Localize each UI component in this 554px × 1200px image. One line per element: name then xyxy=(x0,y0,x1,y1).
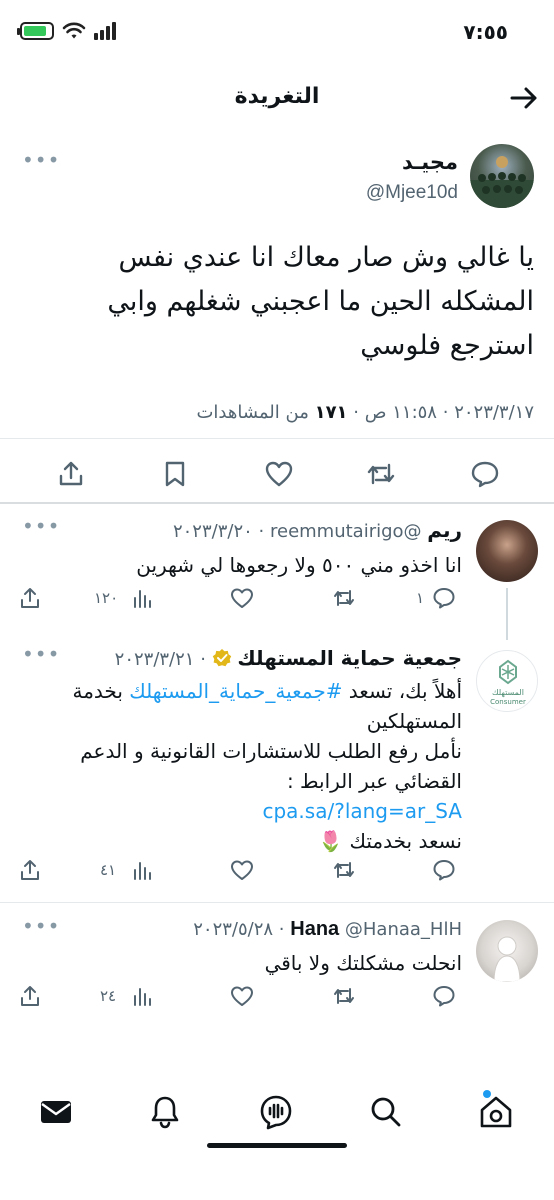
reply-item[interactable]: ••• ريم @reemmutairigo · ٢٠٢٣/٣/٢٠ انا ا… xyxy=(0,512,554,622)
retweet-icon[interactable] xyxy=(332,984,356,1008)
search-icon[interactable] xyxy=(368,1094,404,1130)
avatar[interactable] xyxy=(470,144,534,208)
bookmark-icon[interactable] xyxy=(160,459,190,489)
views-label: من المشاهدات xyxy=(196,402,309,423)
more-options-icon[interactable]: ••• xyxy=(22,514,60,538)
chat-bubble-icon[interactable] xyxy=(432,586,456,610)
reply-date: ٢٠٢٣/٥/٢٨ xyxy=(193,919,274,940)
page-title: التغريدة xyxy=(234,84,320,109)
reply-header: ريم @reemmutairigo · ٢٠٢٣/٣/٢٠ xyxy=(172,518,462,542)
reply-header: جمعية حماية المستهلك · ٢٠٢٣/٣/٢١ xyxy=(114,646,462,670)
arrow-right-icon[interactable] xyxy=(508,82,540,114)
heart-icon[interactable] xyxy=(264,459,294,489)
reply-handle[interactable]: @Hanaa_HlH xyxy=(345,919,462,940)
reply-item[interactable]: ••• المستهلك Consumer جمعية حماية المسته… xyxy=(0,640,554,890)
retweet-icon[interactable] xyxy=(332,858,356,882)
reply-date: ٢٠٢٣/٣/٢١ xyxy=(114,649,195,670)
reply-count: ١ xyxy=(416,589,425,607)
mail-icon[interactable] xyxy=(38,1094,74,1130)
bar-chart-icon[interactable] xyxy=(130,984,154,1008)
share-icon[interactable] xyxy=(18,984,42,1008)
home-icon[interactable] xyxy=(478,1094,514,1130)
author-name[interactable]: مجيـد xyxy=(402,150,458,174)
retweet-icon[interactable] xyxy=(332,586,356,610)
tweet-time: ١١:٥٨ ص xyxy=(364,402,437,423)
views-count: ٤١ xyxy=(100,861,117,879)
reply-author-name[interactable]: ريم xyxy=(427,518,462,542)
hashtag-link[interactable]: #جمعية_حماية_المستهلك xyxy=(129,679,342,703)
signal-icon xyxy=(94,22,116,40)
reply-actions: ٢٤ xyxy=(0,984,554,1014)
reply-header: Hana @Hanaa_HlH · ٢٠٢٣/٥/٢٨ xyxy=(193,918,462,940)
divider xyxy=(0,902,554,903)
reply-actions: ١٢٠ ١ xyxy=(0,586,554,616)
verified-badge-icon xyxy=(212,649,231,667)
status-bar: ٧:٥٥ xyxy=(0,0,554,64)
battery-icon xyxy=(17,22,54,40)
avatar[interactable]: المستهلك Consumer xyxy=(476,650,538,712)
reply-text: انحلت مشكلتك ولا باقي xyxy=(264,951,462,975)
reply-text: أهلاً بك، تسعد #جمعية_حماية_المستهلك بخد… xyxy=(22,676,462,856)
reply-text: انا اخذو مني ٥٠٠ ولا رجعوها لي شهرين xyxy=(136,553,462,577)
bar-chart-icon[interactable] xyxy=(130,586,154,610)
tweet-date: ٢٠٢٣/٣/١٧ xyxy=(454,402,534,423)
avatar[interactable] xyxy=(476,520,538,582)
status-icons xyxy=(17,22,118,40)
reply-actions: ٤١ xyxy=(0,858,554,888)
consumer-logo-icon: المستهلك Consumer xyxy=(490,659,526,706)
svg-text:المستهلك: المستهلك xyxy=(492,688,524,697)
wifi-icon xyxy=(62,22,86,39)
reply-author-name[interactable]: Hana xyxy=(290,918,339,940)
chat-bubble-icon[interactable] xyxy=(470,459,500,489)
heart-icon[interactable] xyxy=(230,858,254,882)
reply-handle[interactable]: @reemmutairigo xyxy=(270,521,422,542)
status-time: ٧:٥٥ xyxy=(463,20,508,44)
chat-bubble-icon[interactable] xyxy=(432,984,456,1008)
views-count: ١٢٠ xyxy=(94,589,119,607)
divider xyxy=(0,502,554,504)
retweet-icon[interactable] xyxy=(366,459,396,489)
home-indicator xyxy=(207,1143,347,1148)
tweet-meta: ٢٠٢٣/٣/١٧ · ١١:٥٨ ص · ١٧١ من المشاهدات xyxy=(196,402,534,423)
bar-chart-icon[interactable] xyxy=(130,858,154,882)
share-icon[interactable] xyxy=(56,459,86,489)
views-count[interactable]: ١٧١ xyxy=(315,402,348,423)
share-icon[interactable] xyxy=(18,586,42,610)
more-options-icon[interactable]: ••• xyxy=(22,642,60,666)
views-count: ٢٤ xyxy=(100,987,117,1005)
divider xyxy=(0,438,554,439)
author-handle[interactable]: @Mjee10d xyxy=(366,182,458,204)
url-link[interactable]: cpa.sa/?lang=ar_SA xyxy=(22,796,462,826)
reply-author-name[interactable]: جمعية حماية المستهلك xyxy=(237,646,462,670)
heart-icon[interactable] xyxy=(230,984,254,1008)
notification-dot xyxy=(483,1090,491,1098)
heart-icon[interactable] xyxy=(230,586,254,610)
header: التغريدة xyxy=(0,70,554,126)
reply-item[interactable]: ••• Hana @Hanaa_HlH · ٢٠٢٣/٥/٢٨ انحلت مش… xyxy=(0,912,554,1022)
avatar[interactable] xyxy=(476,920,538,982)
tweet-actions xyxy=(0,445,554,495)
share-icon[interactable] xyxy=(18,858,42,882)
svg-text:Consumer: Consumer xyxy=(490,698,526,706)
more-options-icon[interactable]: ••• xyxy=(22,148,60,172)
more-options-icon[interactable]: ••• xyxy=(22,914,60,938)
tweet-text: يا غالي وش صار معاك انا عندي نفس المشكله… xyxy=(107,242,534,361)
spaces-icon[interactable] xyxy=(258,1094,294,1130)
chat-bubble-icon[interactable] xyxy=(432,858,456,882)
bottom-nav xyxy=(0,1078,554,1158)
bell-icon[interactable] xyxy=(147,1094,183,1130)
reply-date: ٢٠٢٣/٣/٢٠ xyxy=(172,521,253,542)
